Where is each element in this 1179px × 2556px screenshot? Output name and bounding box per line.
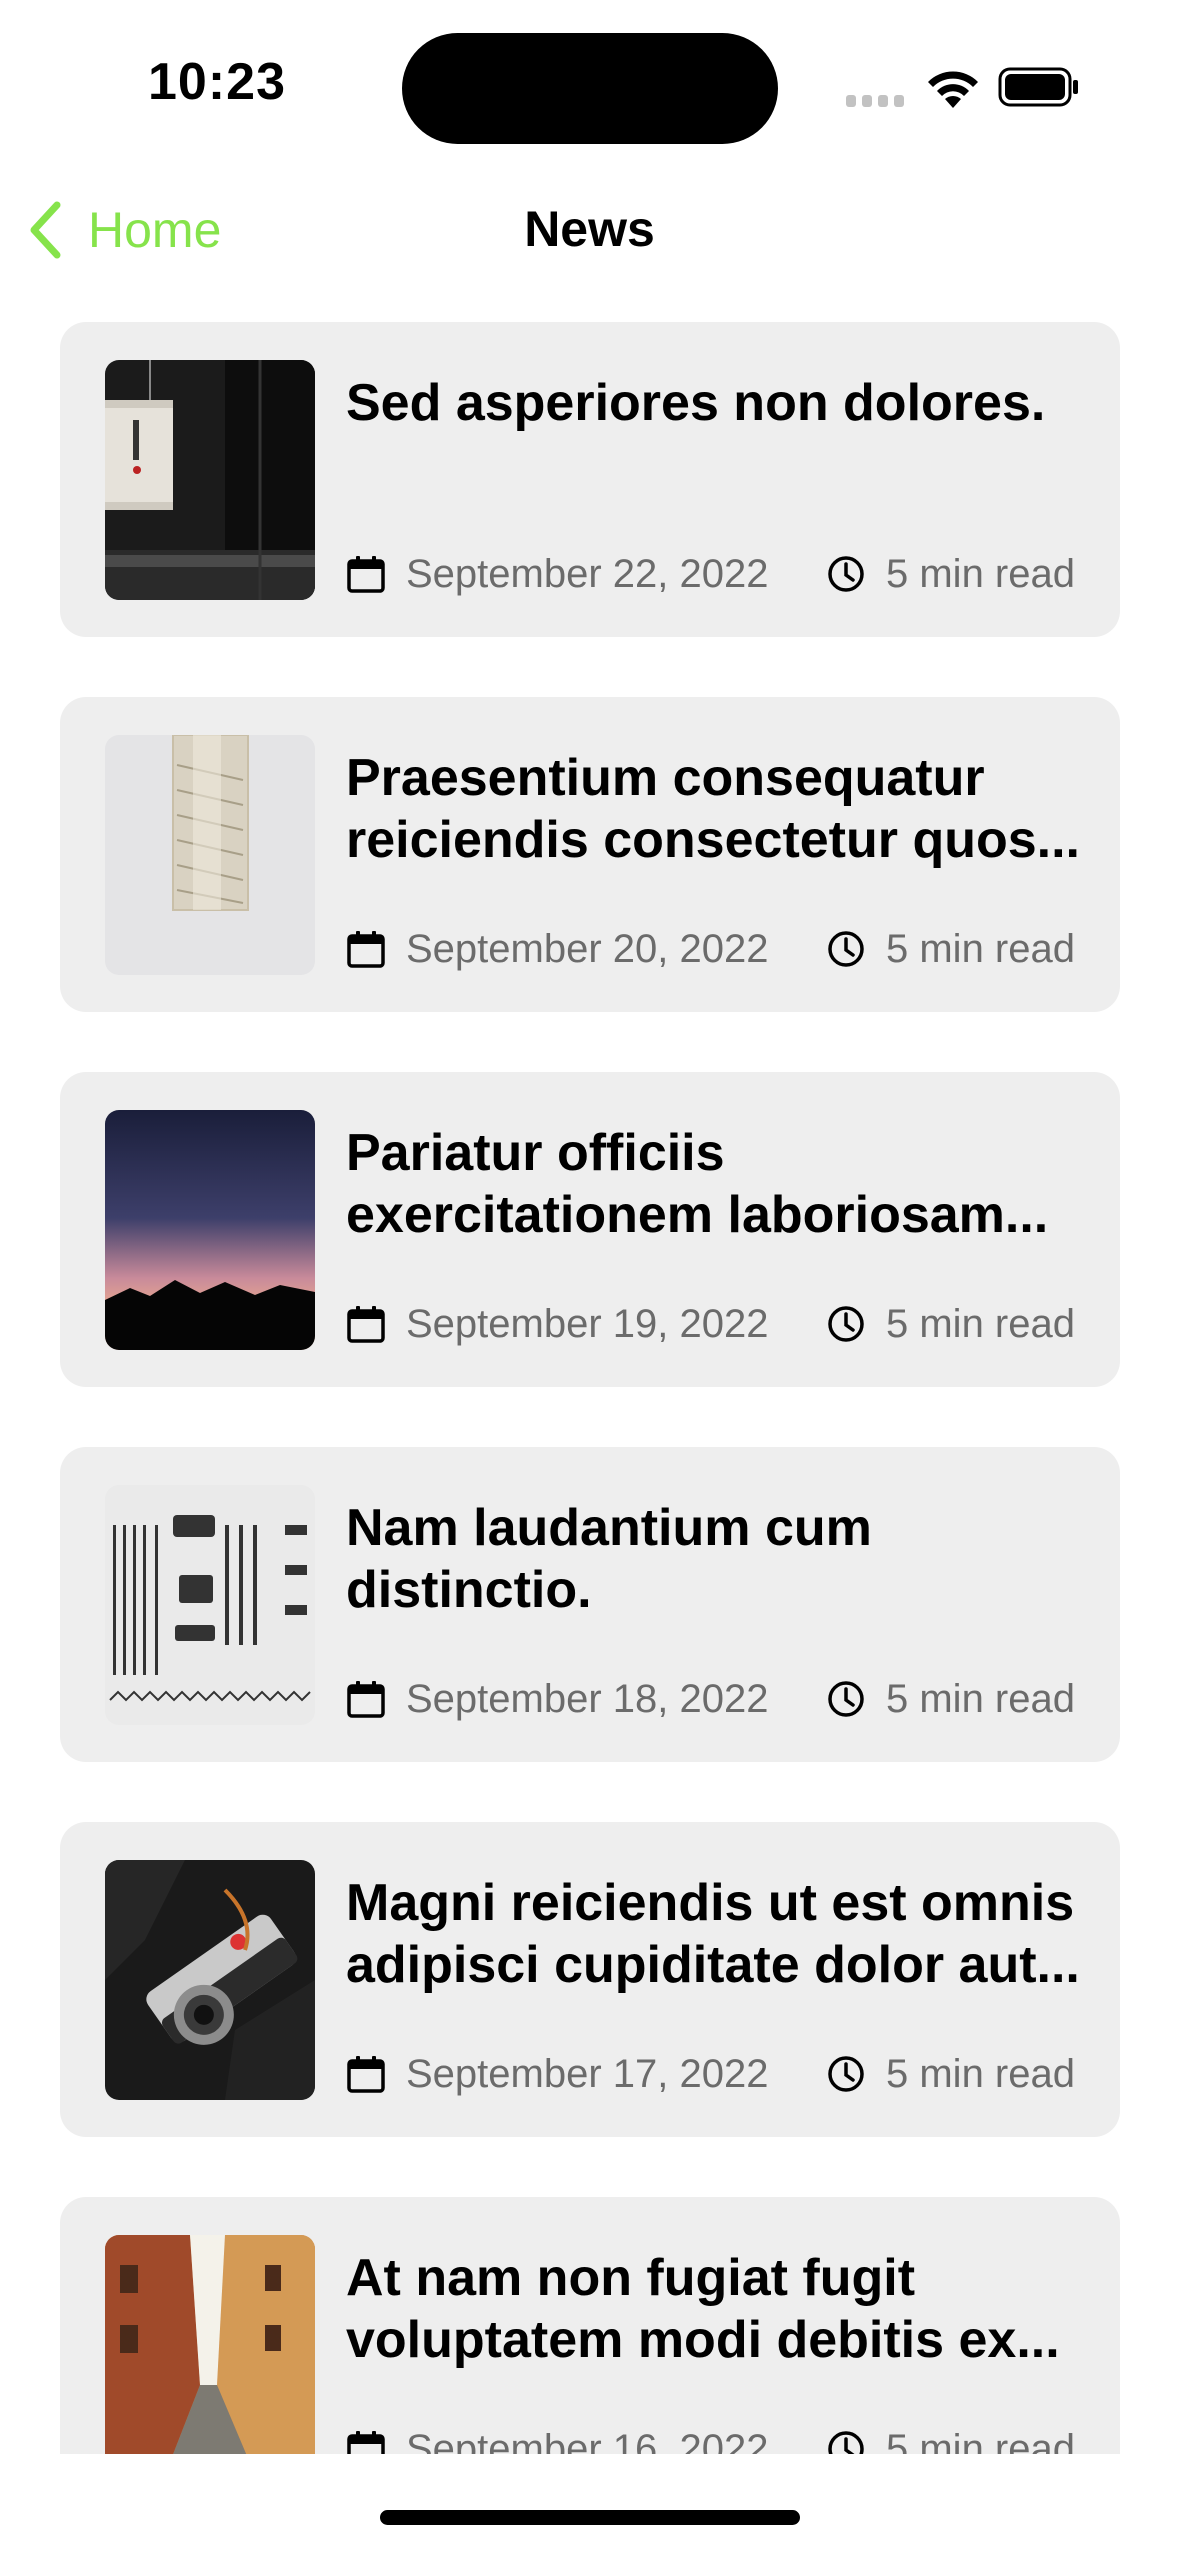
- clock-icon: [828, 1306, 864, 1342]
- article-meta: September 18, 2022 5 min read: [346, 1669, 1106, 1729]
- article-date: September 18, 2022: [406, 1676, 769, 1721]
- mountain-dusk-photo: [105, 1110, 315, 1350]
- navigation-bar: Home News: [0, 180, 1179, 280]
- calendar-icon: [347, 931, 385, 968]
- clock-icon: [828, 931, 864, 967]
- article-read-time: 5 min read: [886, 1676, 1075, 1721]
- page-title: News: [524, 201, 655, 257]
- status-time: 10:23: [148, 53, 286, 111]
- article-title: Pariatur officiis exercitationem laborio…: [346, 1124, 1049, 1244]
- article-title: Nam laudantium cum distinctio.: [346, 1499, 872, 1619]
- article-meta: September 22, 2022 5 min read: [346, 544, 1106, 604]
- article-thumbnail: [105, 360, 315, 600]
- article-card[interactable]: At nam non fugiat fugit voluptatem modi …: [60, 2197, 1120, 2454]
- clock-icon: [828, 2431, 864, 2454]
- calendar-icon: [347, 2431, 385, 2454]
- news-screen: 10:23 Home News Sed asperiores non dolor…: [0, 0, 1179, 2556]
- article-date: September 19, 2022: [406, 1301, 769, 1346]
- home-indicator[interactable]: [380, 2510, 800, 2525]
- article-thumbnail: [105, 2235, 315, 2454]
- article-card[interactable]: Nam laudantium cum distinctio. September…: [60, 1447, 1120, 1762]
- calendar-icon: [347, 1306, 385, 1343]
- clock-icon: [828, 556, 864, 592]
- article-date: September 16, 2022: [406, 2426, 769, 2455]
- staircase-photo: [105, 735, 315, 975]
- disassembled-parts-photo: [105, 1485, 315, 1725]
- article-title: Sed asperiores non dolores.: [346, 374, 1046, 432]
- article-thumbnail: [105, 1485, 315, 1725]
- battery-icon: [998, 67, 1078, 107]
- article-meta: September 20, 2022 5 min read: [346, 919, 1106, 979]
- article-read-time: 5 min read: [886, 2051, 1075, 2096]
- article-date: September 20, 2022: [406, 926, 769, 971]
- article-date: September 22, 2022: [406, 551, 769, 596]
- article-card[interactable]: Pariatur officiis exercitationem laborio…: [60, 1072, 1120, 1387]
- article-read-time: 5 min read: [886, 926, 1075, 971]
- article-thumbnail: [105, 1110, 315, 1350]
- article-meta: September 16, 2022 5 min read: [346, 2419, 1106, 2454]
- article-thumbnail: [105, 1860, 315, 2100]
- alley-photo: [105, 2235, 315, 2454]
- camera-photo: [105, 1860, 315, 2100]
- article-thumbnail: [105, 735, 315, 975]
- status-bar: 10:23: [0, 0, 1179, 170]
- article-card[interactable]: Magni reiciendis ut est omnis adipisci c…: [60, 1822, 1120, 2137]
- article-meta: September 17, 2022 5 min read: [346, 2044, 1106, 2104]
- paper-lantern-photo: [105, 360, 315, 600]
- calendar-icon: [347, 1681, 385, 1718]
- clock-icon: [828, 1681, 864, 1717]
- calendar-icon: [347, 2056, 385, 2093]
- clock-icon: [828, 2056, 864, 2092]
- dynamic-island: [402, 33, 778, 144]
- article-read-time: 5 min read: [886, 2426, 1075, 2455]
- article-card[interactable]: Praesentium consequatur reiciendis conse…: [60, 697, 1120, 1012]
- article-date: September 17, 2022: [406, 2051, 769, 2096]
- article-title: Magni reiciendis ut est omnis adipisci c…: [346, 1874, 1080, 1994]
- article-read-time: 5 min read: [886, 551, 1075, 596]
- cellular-signal-icon: [846, 95, 908, 109]
- article-card[interactable]: Sed asperiores non dolores. September 22…: [60, 322, 1120, 637]
- calendar-icon: [347, 556, 385, 593]
- article-meta: September 19, 2022 5 min read: [346, 1294, 1106, 1354]
- article-list[interactable]: Sed asperiores non dolores. September 22…: [60, 322, 1120, 2454]
- wifi-icon: [928, 71, 978, 108]
- article-title: Praesentium consequatur reiciendis conse…: [346, 749, 1080, 869]
- article-title: At nam non fugiat fugit voluptatem modi …: [346, 2249, 1060, 2369]
- article-read-time: 5 min read: [886, 1301, 1075, 1346]
